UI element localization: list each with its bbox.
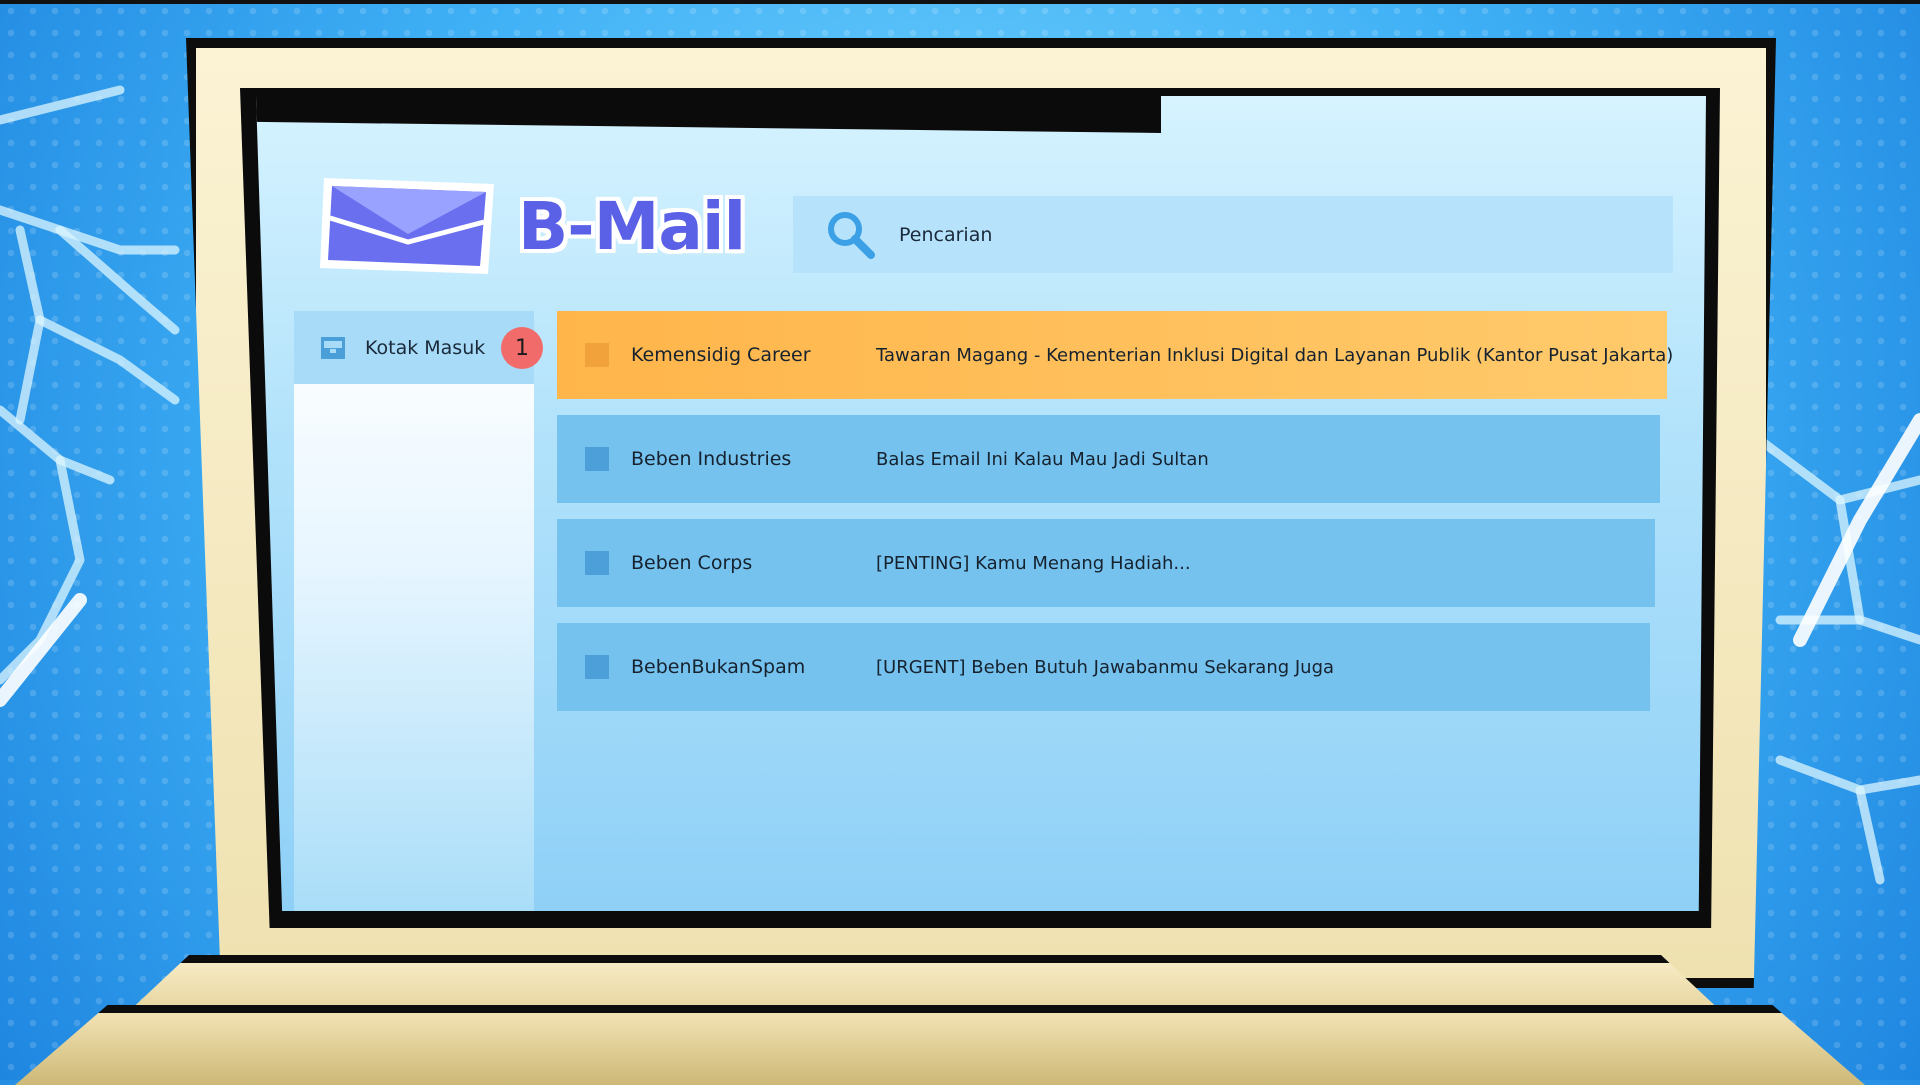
screen-top-tab bbox=[256, 96, 1161, 133]
email-subject: [PENTING] Kamu Menang Hadiah... bbox=[876, 552, 1191, 574]
email-subject: [URGENT] Beben Butuh Jawabanmu Sekarang … bbox=[876, 656, 1335, 678]
sidebar-item-label: Kotak Masuk bbox=[365, 336, 486, 359]
email-row[interactable]: Beben Industries Balas Email Ini Kalau M… bbox=[557, 415, 1660, 503]
app-logo-text: B-Mail bbox=[518, 188, 746, 265]
laptop-base bbox=[15, 1005, 1865, 1085]
email-checkbox[interactable] bbox=[585, 447, 609, 471]
email-subject: Balas Email Ini Kalau Mau Jadi Sultan bbox=[876, 448, 1209, 470]
top-border bbox=[0, 0, 1920, 4]
email-row[interactable]: BebenBukanSpam [URGENT] Beben Butuh Jawa… bbox=[557, 623, 1650, 711]
search-placeholder: Pencarian bbox=[899, 223, 993, 246]
email-sender: Beben Corps bbox=[631, 552, 753, 574]
email-row[interactable]: Kemensidig Career Tawaran Magang - Kemen… bbox=[557, 311, 1673, 399]
email-checkbox[interactable] bbox=[585, 343, 609, 367]
email-row[interactable]: Beben Corps [PENTING] Kamu Menang Hadiah… bbox=[557, 519, 1655, 607]
email-checkbox[interactable] bbox=[585, 655, 609, 679]
email-subject: Tawaran Magang - Kementerian Inklusi Dig… bbox=[876, 344, 1674, 366]
email-sender: BebenBukanSpam bbox=[631, 656, 806, 678]
email-checkbox[interactable] bbox=[585, 551, 609, 575]
search-icon bbox=[828, 211, 875, 259]
sidebar-item-inbox[interactable]: Kotak Masuk bbox=[294, 311, 534, 384]
email-sender: Beben Industries bbox=[631, 448, 792, 470]
envelope-logo-icon bbox=[320, 178, 494, 274]
search-bar[interactable]: Pencarian bbox=[793, 196, 1673, 273]
inbox-icon bbox=[321, 336, 345, 359]
email-sender: Kemensidig Career bbox=[631, 344, 811, 366]
app-screen: B-Mail Pencarian Kotak Masuk 1 Kemensidi… bbox=[256, 96, 1706, 911]
sidebar bbox=[294, 311, 534, 911]
unread-count-badge: 1 bbox=[501, 327, 543, 369]
